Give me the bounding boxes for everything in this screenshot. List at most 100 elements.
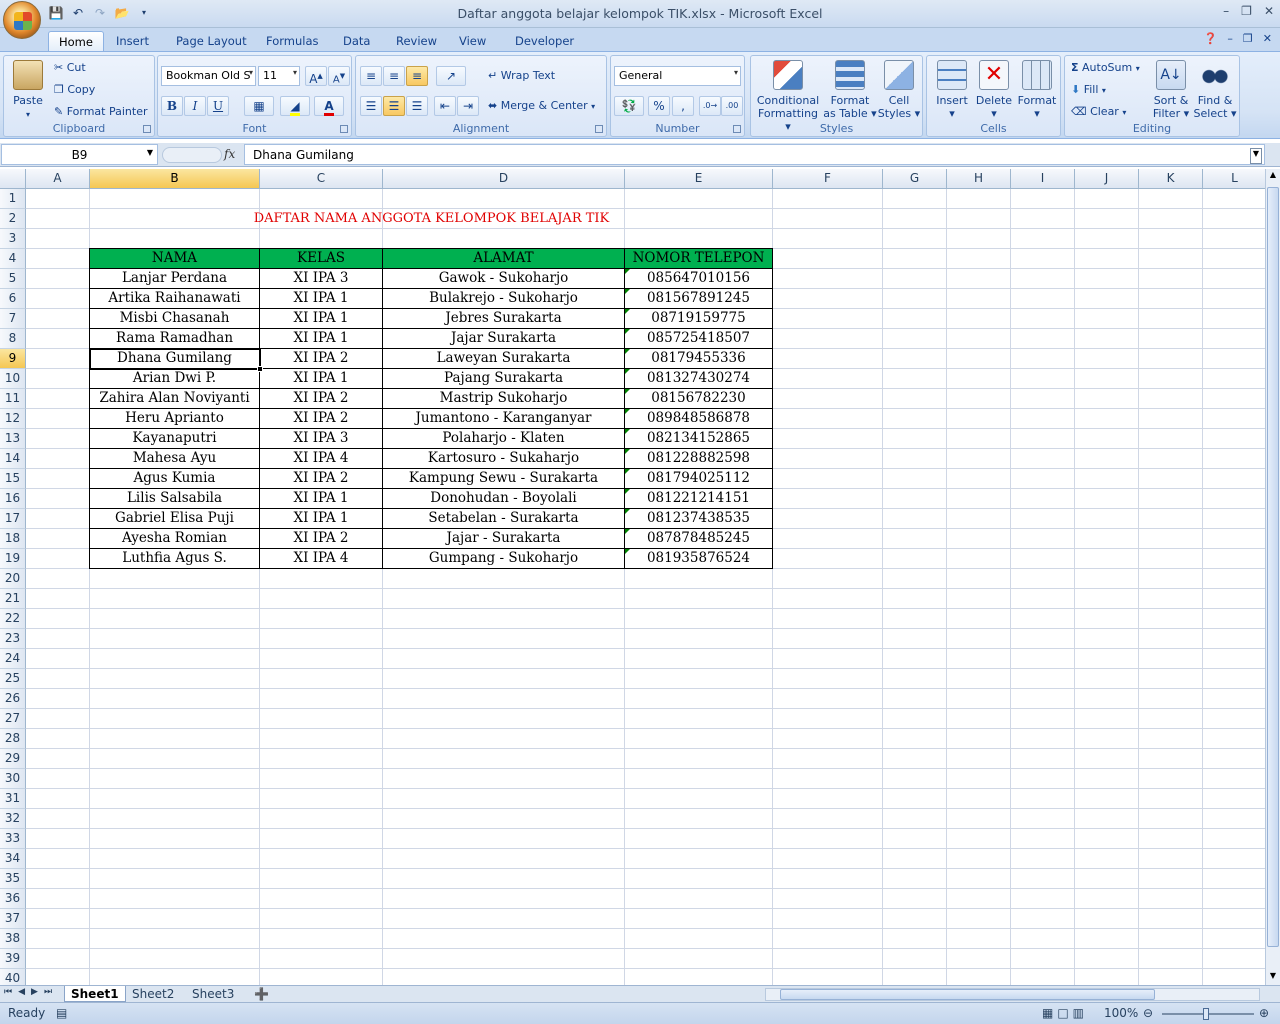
row-header-30[interactable]: 30	[0, 769, 26, 789]
row-header-23[interactable]: 23	[0, 629, 26, 649]
table-header-2[interactable]: ALAMAT	[383, 249, 625, 269]
increase-decimal-button[interactable]: .0→	[699, 96, 721, 116]
row-header-14[interactable]: 14	[0, 449, 26, 469]
table-cell[interactable]: 085647010156	[625, 269, 773, 289]
table-cell[interactable]: Ayesha Romian	[90, 529, 260, 549]
table-cell[interactable]: 081794025112	[625, 469, 773, 489]
row-header-13[interactable]: 13	[0, 429, 26, 449]
cell-styles-button[interactable]: Cell Styles ▾	[877, 60, 921, 120]
table-cell[interactable]: Gawok - Sukoharjo	[383, 269, 625, 289]
row-header-16[interactable]: 16	[0, 489, 26, 509]
table-cell[interactable]: Donohudan - Boyolali	[383, 489, 625, 509]
select-all-corner[interactable]	[0, 169, 26, 189]
insert-cells-button[interactable]: Insert ▾	[930, 60, 974, 120]
fill-color-button[interactable]: ◢	[280, 96, 310, 116]
table-cell[interactable]: Kartosuro - Sukaharjo	[383, 449, 625, 469]
workbook-close-icon[interactable]: ✕	[1263, 32, 1272, 45]
sheet-tab-2[interactable]: Sheet2	[126, 986, 180, 1002]
row-header-28[interactable]: 28	[0, 729, 26, 749]
table-cell[interactable]: Dhana Gumilang	[90, 349, 260, 369]
row-header-29[interactable]: 29	[0, 749, 26, 769]
row-header-33[interactable]: 33	[0, 829, 26, 849]
tab-insert[interactable]: Insert	[106, 31, 159, 52]
column-header-k[interactable]: K	[1139, 169, 1203, 189]
table-cell[interactable]: Laweyan Surakarta	[383, 349, 625, 369]
table-cell[interactable]: Lanjar Perdana	[90, 269, 260, 289]
horizontal-scrollbar[interactable]	[765, 988, 1260, 1001]
column-header-a[interactable]: A	[26, 169, 90, 189]
view-buttons[interactable]: ▦□▥	[1042, 1006, 1088, 1020]
table-cell[interactable]: Arian Dwi P.	[90, 369, 260, 389]
grow-font-button[interactable]: A▲	[305, 66, 327, 86]
table-cell[interactable]: XI IPA 4	[260, 449, 383, 469]
table-cell[interactable]: Rama Ramadhan	[90, 329, 260, 349]
font-launcher-icon[interactable]	[340, 125, 348, 133]
row-header-22[interactable]: 22	[0, 609, 26, 629]
format-painter-button[interactable]: ✎ Format Painter	[54, 105, 148, 118]
row-header-24[interactable]: 24	[0, 649, 26, 669]
table-cell[interactable]: Lilis Salsabila	[90, 489, 260, 509]
row-header-25[interactable]: 25	[0, 669, 26, 689]
font-family-select[interactable]: Bookman Old S ▾	[161, 66, 256, 86]
row-header-37[interactable]: 37	[0, 909, 26, 929]
comma-button[interactable]: ,	[672, 96, 694, 116]
row-header-1[interactable]: 1	[0, 189, 26, 209]
row-header-36[interactable]: 36	[0, 889, 26, 909]
underline-button[interactable]: U	[207, 96, 229, 116]
autosum-button[interactable]: Σ AutoSum ▾	[1071, 61, 1140, 74]
number-format-select[interactable]: General ▾	[614, 66, 741, 86]
orientation-button[interactable]: ↗	[436, 66, 466, 86]
table-cell[interactable]: Jajar - Surakarta	[383, 529, 625, 549]
borders-button[interactable]: ▦	[244, 96, 274, 116]
table-cell[interactable]: Jajar Surakarta	[383, 329, 625, 349]
tab-page-layout[interactable]: Page Layout	[166, 31, 257, 52]
close-icon[interactable]: ✕	[1264, 4, 1274, 18]
column-header-f[interactable]: F	[773, 169, 883, 189]
office-button[interactable]	[3, 1, 41, 39]
row-header-21[interactable]: 21	[0, 589, 26, 609]
wrap-text-button[interactable]: ↵ Wrap Text	[488, 69, 555, 82]
column-header-b[interactable]: B	[90, 169, 260, 189]
table-cell[interactable]: XI IPA 2	[260, 389, 383, 409]
table-cell[interactable]: Artika Raihanawati	[90, 289, 260, 309]
table-cell[interactable]: Misbi Chasanah	[90, 309, 260, 329]
paste-button[interactable]: Paste ▾	[10, 60, 46, 121]
table-cell[interactable]: Heru Aprianto	[90, 409, 260, 429]
expand-formula-bar-icon[interactable]: ▼	[1250, 148, 1262, 164]
table-header-3[interactable]: NOMOR TELEPON	[625, 249, 773, 269]
table-cell[interactable]: 082134152865	[625, 429, 773, 449]
row-header-20[interactable]: 20	[0, 569, 26, 589]
tab-formulas[interactable]: Formulas	[256, 31, 329, 52]
table-header-0[interactable]: NAMA	[90, 249, 260, 269]
table-cell[interactable]: XI IPA 4	[260, 549, 383, 569]
scroll-up-icon[interactable]: ▲	[1267, 170, 1279, 184]
table-cell[interactable]: Kayanaputri	[90, 429, 260, 449]
table-cell[interactable]: Zahira Alan Noviyanti	[90, 389, 260, 409]
find-select-button[interactable]: Find & Select ▾	[1193, 60, 1237, 120]
table-cell[interactable]: XI IPA 2	[260, 409, 383, 429]
table-cell[interactable]: Gabriel Elisa Puji	[90, 509, 260, 529]
row-header-26[interactable]: 26	[0, 689, 26, 709]
row-header-11[interactable]: 11	[0, 389, 26, 409]
tab-home[interactable]: Home	[48, 31, 104, 52]
font-size-select[interactable]: 11 ▾	[258, 66, 300, 86]
column-header-j[interactable]: J	[1075, 169, 1139, 189]
row-header-39[interactable]: 39	[0, 949, 26, 969]
currency-button[interactable]: 💱	[614, 96, 644, 116]
horizontal-scroll-thumb[interactable]	[780, 989, 1155, 1000]
decrease-decimal-button[interactable]: .00	[721, 96, 743, 116]
format-as-table-button[interactable]: Format as Table ▾	[823, 60, 877, 120]
table-cell[interactable]: XI IPA 1	[260, 509, 383, 529]
help-icon[interactable]: ❓	[1204, 32, 1218, 45]
alignment-launcher-icon[interactable]	[595, 125, 603, 133]
zoom-in-icon[interactable]: ⊕	[1259, 1006, 1269, 1020]
table-cell[interactable]: Setabelan - Surakarta	[383, 509, 625, 529]
column-header-d[interactable]: D	[383, 169, 625, 189]
table-cell[interactable]: Luthfia Agus S.	[90, 549, 260, 569]
column-header-i[interactable]: I	[1011, 169, 1075, 189]
table-cell[interactable]: Polaharjo - Klaten	[383, 429, 625, 449]
row-header-15[interactable]: 15	[0, 469, 26, 489]
italic-button[interactable]: I	[184, 96, 206, 116]
row-header-38[interactable]: 38	[0, 929, 26, 949]
align-top-button[interactable]: ≡	[360, 66, 382, 86]
